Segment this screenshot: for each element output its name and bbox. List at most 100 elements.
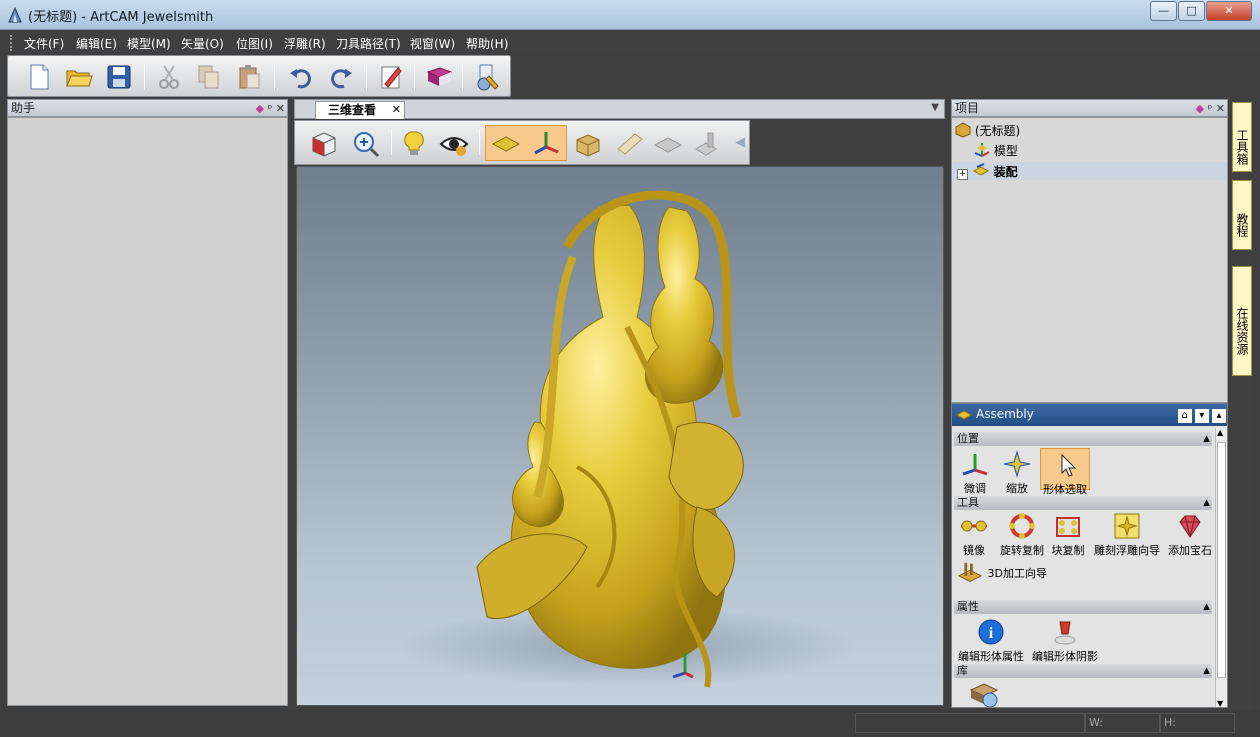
title-bar[interactable]: (无标题) - ArtCAM Jewelsmith — □ ✕: [0, 0, 1260, 30]
toolbar-overflow-icon[interactable]: ◀: [735, 135, 745, 150]
zoom-icon[interactable]: [351, 129, 381, 159]
tool-rotate-copy-label: 旋转复制: [1000, 544, 1044, 557]
tool-edit-shape-properties[interactable]: i 编辑形体属性: [956, 618, 1026, 664]
new-file-icon[interactable]: [24, 62, 54, 92]
status-height-field: H:: [1160, 713, 1235, 733]
tool-relief-wizard[interactable]: 雕刻浮雕向导: [1092, 512, 1162, 558]
collapse-icon[interactable]: ▾: [1194, 409, 1209, 423]
flat-shade-icon[interactable]: [653, 129, 683, 159]
axes-icon[interactable]: [531, 129, 561, 159]
cut-icon[interactable]: [154, 62, 184, 92]
tool-3d-machining-label: 3D加工向导: [987, 567, 1047, 580]
menu-model[interactable]: 模型(M): [127, 35, 171, 52]
shadow-paint-icon: [1054, 621, 1076, 645]
menu-file[interactable]: 文件(F): [24, 35, 64, 52]
light-bulb-icon[interactable]: [399, 129, 429, 159]
pin-icon[interactable]: ᵖ: [1208, 102, 1213, 115]
menu-toolpath[interactable]: 刀具路径(T): [336, 35, 401, 52]
paste-icon[interactable]: [234, 62, 264, 92]
section-collapse-icon[interactable]: ▲: [1203, 497, 1210, 510]
menu-vector[interactable]: 矢量(O): [181, 35, 224, 52]
section-library-header[interactable]: 库 ▲: [954, 664, 1212, 678]
redo-icon[interactable]: [326, 62, 356, 92]
scroll-down-icon[interactable]: ▼: [1217, 699, 1223, 707]
panel-menu-icon[interactable]: ◆: [256, 102, 264, 115]
tab-3d-view[interactable]: 三维查看 ✕: [315, 101, 405, 119]
menu-window[interactable]: 视窗(W): [410, 35, 455, 52]
tool-scale[interactable]: 缩放: [1000, 450, 1034, 496]
plane-view-icon[interactable]: [491, 129, 521, 159]
tool-rotate-copy[interactable]: 旋转复制: [998, 512, 1046, 558]
expand-icon[interactable]: ▴: [1212, 409, 1226, 423]
info-icon: i: [978, 619, 1004, 645]
3d-viewport[interactable]: [296, 166, 944, 706]
menu-edit[interactable]: 编辑(E): [76, 35, 117, 52]
tool-shape-select[interactable]: 形体选取: [1040, 448, 1090, 496]
tool-add-gem[interactable]: 添加宝石: [1166, 512, 1214, 558]
menu-help[interactable]: 帮助(H): [466, 35, 508, 52]
status-width-label: W:: [1089, 716, 1103, 729]
panel-close-icon[interactable]: ✕: [1216, 102, 1225, 115]
tool-mirror[interactable]: 镜像: [956, 512, 992, 558]
section-collapse-icon[interactable]: ▲: [1203, 601, 1210, 614]
scroll-thumb[interactable]: [1217, 442, 1226, 678]
home-icon[interactable]: ⌂: [1177, 409, 1192, 423]
nudge-icon: [962, 454, 988, 476]
pin-icon[interactable]: ᵖ: [268, 102, 273, 115]
tree-root-item[interactable]: (无标题): [955, 122, 1020, 139]
assembly-panel-header[interactable]: Assembly ⌂ ▾ ▴: [952, 404, 1227, 426]
slice-view-icon[interactable]: [615, 129, 645, 159]
save-icon[interactable]: [104, 62, 134, 92]
tab-close-icon[interactable]: ✕: [392, 102, 401, 118]
close-button[interactable]: ✕: [1206, 1, 1252, 21]
project-panel-title: 项目: [955, 101, 980, 115]
tool-3d-machining-wizard[interactable]: 3D加工向导: [956, 560, 1056, 588]
main-toolbar: [7, 55, 511, 97]
tool-edit-properties-label: 编辑形体属性: [958, 650, 1024, 663]
edit-notes-icon[interactable]: [376, 62, 406, 92]
machine-view-icon[interactable]: [691, 129, 721, 159]
view-cube-icon[interactable]: [309, 129, 339, 159]
section-collapse-icon[interactable]: ▲: [1203, 665, 1210, 678]
tree-item-assembly[interactable]: + 装配: [957, 163, 1018, 180]
tree-item-model[interactable]: 模型: [974, 142, 1018, 159]
assistant-panel-header[interactable]: 助手 ◆ ᵖ ✕: [7, 99, 288, 117]
copy-icon[interactable]: [194, 62, 224, 92]
tool-block-copy[interactable]: 块复制: [1050, 512, 1086, 558]
menu-bitmap[interactable]: 位图(I): [236, 35, 273, 52]
toolbar-separator: [462, 64, 463, 90]
maximize-button[interactable]: □: [1178, 1, 1205, 21]
project-panel-header[interactable]: 项目 ◆ ᵖ ✕: [951, 99, 1228, 117]
tool-nudge-label: 微调: [964, 482, 986, 495]
side-tab-online-resources[interactable]: 在线资源: [1232, 266, 1252, 376]
block-copy-icon: [1056, 517, 1080, 537]
menu-grip[interactable]: [10, 35, 13, 51]
tool-edit-shape-shadow[interactable]: 编辑形体阴影: [1030, 618, 1100, 664]
side-tab-strip: 工具箱 教程 在线资源: [1231, 100, 1253, 710]
minimize-button[interactable]: —: [1150, 1, 1177, 21]
scroll-up-icon[interactable]: ▲: [1217, 428, 1223, 437]
tree-expander-icon[interactable]: +: [957, 169, 968, 180]
section-position-header[interactable]: 位置 ▲: [954, 432, 1212, 446]
section-collapse-icon[interactable]: ▲: [1203, 433, 1210, 446]
artcam-app-icon: [8, 7, 22, 23]
side-tab-tutorial[interactable]: 教程: [1232, 180, 1252, 250]
book-icon[interactable]: [424, 62, 454, 92]
machining-wizard-icon: [957, 562, 983, 582]
panel-close-icon[interactable]: ✕: [276, 102, 285, 115]
tree-item-model-label: 模型: [993, 144, 1018, 158]
eye-icon[interactable]: [439, 129, 469, 159]
assembly-scrollbar[interactable]: ▲ ▼: [1215, 428, 1227, 707]
open-folder-icon[interactable]: [64, 62, 94, 92]
undo-icon[interactable]: [286, 62, 316, 92]
tab-dropdown-icon[interactable]: ▼: [931, 102, 939, 113]
side-tab-toolbox[interactable]: 工具箱: [1232, 102, 1252, 172]
section-tools-header[interactable]: 工具 ▲: [954, 496, 1212, 510]
menu-relief[interactable]: 浮雕(R): [284, 35, 326, 52]
library-icon[interactable]: [968, 680, 1000, 708]
tool-nudge[interactable]: 微调: [958, 450, 992, 496]
section-properties-header[interactable]: 属性 ▲: [954, 600, 1212, 614]
settings-wizard-icon[interactable]: [472, 62, 502, 92]
box-view-icon[interactable]: [573, 129, 603, 159]
panel-menu-icon[interactable]: ◆: [1196, 102, 1204, 115]
